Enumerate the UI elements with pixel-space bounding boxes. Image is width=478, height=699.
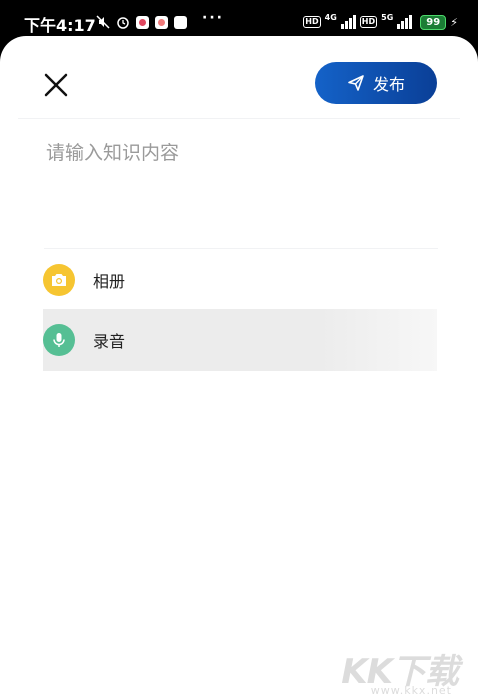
- alarm-icon: [117, 17, 129, 29]
- album-label: 相册: [93, 272, 126, 291]
- publish-button[interactable]: 发布: [315, 62, 437, 104]
- publish-label: 发布: [372, 75, 405, 94]
- notification-icons: [96, 13, 187, 31]
- record-icon-badge: [43, 324, 75, 356]
- signal-icon: [397, 15, 413, 29]
- more-notifications-icon: ···: [202, 10, 224, 26]
- battery-level: 99: [426, 16, 441, 28]
- close-button[interactable]: [40, 69, 72, 101]
- divider: [18, 118, 460, 119]
- compose-sheet: 发布 相册 录音 KK下载 www.kkx.net: [0, 36, 478, 699]
- send-icon: [348, 75, 364, 91]
- app-notification-icon: [136, 15, 149, 29]
- record-label: 录音: [93, 332, 126, 351]
- record-option[interactable]: 录音: [43, 309, 437, 371]
- microphone-icon: [53, 333, 65, 347]
- hd-badge: HD: [359, 16, 378, 28]
- hd-badge: HD: [303, 16, 321, 28]
- system-indicators: HD 4G HD 5G 99 ⚡: [303, 13, 458, 31]
- network-type: 5G: [381, 12, 394, 22]
- status-time: 下午4:17: [24, 16, 96, 35]
- knowledge-content-input[interactable]: [44, 136, 442, 240]
- charging-icon: ⚡: [450, 15, 458, 29]
- network-type: 4G: [324, 12, 337, 22]
- video-app-icon: [155, 15, 168, 29]
- album-option[interactable]: 相册: [43, 249, 437, 311]
- app-notification-icon: [174, 15, 187, 29]
- mute-icon: [96, 15, 110, 29]
- camera-icon: [52, 274, 66, 286]
- close-icon: [44, 73, 68, 97]
- album-icon-badge: [43, 264, 75, 296]
- signal-icon: [340, 15, 356, 29]
- watermark-url: www.kkx.net: [370, 684, 452, 697]
- battery-icon: 99: [420, 14, 447, 30]
